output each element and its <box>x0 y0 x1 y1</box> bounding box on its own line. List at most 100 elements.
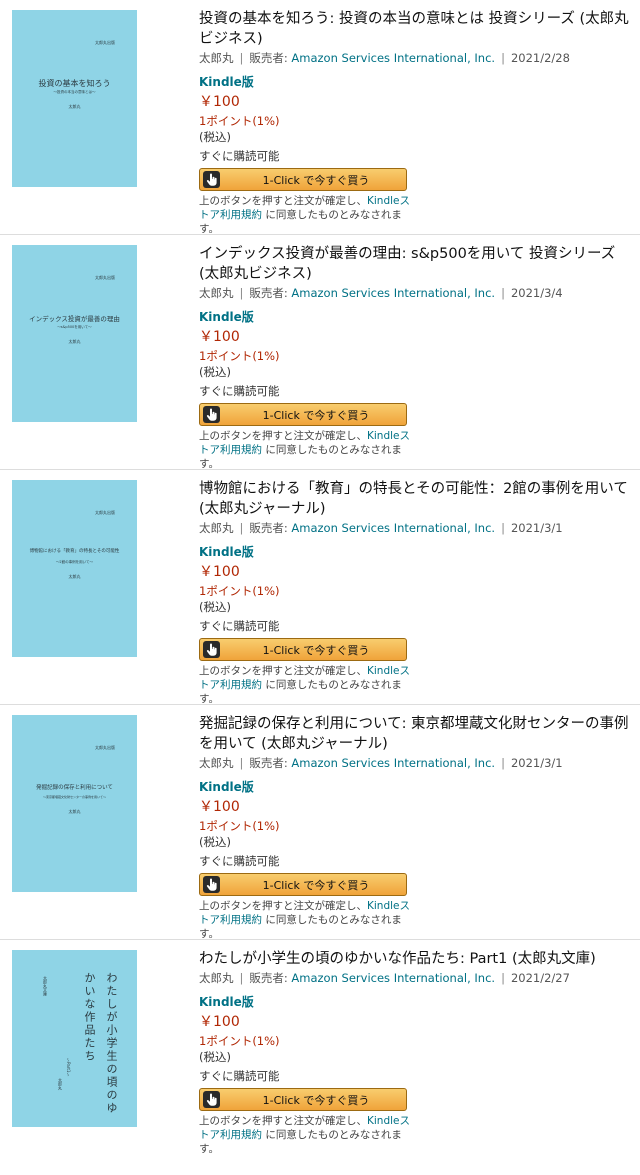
terms-text: 上のボタンを押すと注文が確定し、 <box>199 1115 367 1127</box>
cover-subtitle: 〜東京都埋蔵文化財センターの事例を用いて〜 <box>43 795 106 799</box>
tax-note: (税込) <box>199 130 231 144</box>
format-link[interactable]: Kindle版 <box>199 779 634 795</box>
format-link[interactable]: Kindle版 <box>199 544 634 560</box>
one-click-buy-label: 1-Click で今すぐ買う <box>262 879 370 892</box>
one-click-buy-label: 1-Click で今すぐ買う <box>262 1094 370 1107</box>
tax-note: (税込) <box>199 365 231 379</box>
author-name: 太郎丸 <box>199 51 234 65</box>
book-title-link[interactable]: インデックス投資が最善の理由: s&p500を用いて 投資シリーズ (太郎丸ビジ… <box>199 244 634 284</box>
result-item: 太郎丸出版 インデックス投資が最善の理由 〜s&p500を用いて〜 太郎丸 イン… <box>0 235 640 470</box>
hand-pointer-icon <box>203 1091 220 1108</box>
release-date: 2021/3/1 <box>510 756 563 770</box>
format-link[interactable]: Kindle版 <box>199 74 634 90</box>
terms-text: 上のボタンを押すと注文が確定し、 <box>199 900 367 912</box>
price: ￥100 <box>199 564 240 580</box>
meta-separator: | <box>501 756 505 770</box>
one-click-buy-label: 1-Click で今すぐ買う <box>262 409 370 422</box>
book-cover-image[interactable]: 太郎丸出版 投資の基本を知ろう 〜投資の本当の意味とは〜 太郎丸 <box>12 10 137 187</box>
meta-separator: | <box>239 756 244 770</box>
meta-separator: | <box>501 971 505 985</box>
result-item: 太郎丸出版 博物館における「教育」の特長とその可能性 〜2館の事例を用いて〜 太… <box>0 470 640 705</box>
one-click-buy-button[interactable]: 1-Click で今すぐ買う <box>199 873 407 896</box>
hand-pointer-icon <box>203 406 220 423</box>
book-meta: 太郎丸 | 販売者: Amazon Services International, … <box>199 970 634 987</box>
purchase-terms-note: 上のボタンを押すと注文が確定し、Kindleストア利用規約 に同意したものとみな… <box>199 429 413 471</box>
meta-separator: | <box>239 51 244 65</box>
book-title-link[interactable]: わたしが小学生の頃のゆかいな作品たち: Part1 (太郎丸文庫) <box>199 949 634 969</box>
cover-subtitle: 〜s&p500を用いて〜 <box>57 325 92 329</box>
cover-publisher: 太郎丸文庫 <box>43 976 48 996</box>
points: 1ポイント(1%) <box>199 1034 280 1048</box>
one-click-buy-label: 1-Click で今すぐ買う <box>262 174 370 187</box>
cover-title-line-1: わたしが小学生の頃のゆ <box>105 972 118 1115</box>
cover-publisher: 太郎丸出版 <box>95 745 115 750</box>
points: 1ポイント(1%) <box>199 114 280 128</box>
cover-subtitle: 〜Part1〜 <box>66 1058 71 1077</box>
price: ￥100 <box>199 799 240 815</box>
cover-author: 太郎丸 <box>68 809 81 814</box>
one-click-buy-button[interactable]: 1-Click で今すぐ買う <box>199 403 407 426</box>
hand-pointer-icon <box>203 641 220 658</box>
book-cover-image[interactable]: 太郎丸出版 発掘記録の保存と利用について 〜東京都埋蔵文化財センターの事例を用い… <box>12 715 137 892</box>
tax-note: (税込) <box>199 1050 231 1064</box>
result-info: 投資の基本を知ろう: 投資の本当の意味とは 投資シリーズ (太郎丸ビジネス) 太… <box>199 9 634 236</box>
release-date: 2021/2/27 <box>510 971 570 985</box>
result-info: 博物館における「教育」の特長とその可能性：2館の事例を用いて (太郎丸ジャーナル… <box>199 479 634 706</box>
author-name: 太郎丸 <box>199 971 234 985</box>
availability: すぐに購読可能 <box>199 854 280 868</box>
meta-separator: | <box>501 521 505 535</box>
one-click-buy-button[interactable]: 1-Click で今すぐ買う <box>199 168 407 191</box>
terms-text: 上のボタンを押すと注文が確定し、 <box>199 430 367 442</box>
cover-author: 太郎丸 <box>58 1078 63 1090</box>
seller-name: Amazon Services International, Inc. <box>291 756 496 770</box>
cover-title: 博物館における「教育」の特長とその可能性 <box>29 549 120 554</box>
cover-subtitle: 〜2館の事例を用いて〜 <box>55 560 94 564</box>
cover-author: 太郎丸 <box>68 104 81 109</box>
one-click-buy-button[interactable]: 1-Click で今すぐ買う <box>199 638 407 661</box>
purchase-terms-note: 上のボタンを押すと注文が確定し、Kindleストア利用規約 に同意したものとみな… <box>199 194 413 236</box>
cover-title: 投資の基本を知ろう <box>38 79 111 88</box>
book-meta: 太郎丸 | 販売者: Amazon Services International, … <box>199 520 634 537</box>
search-results-list: 太郎丸出版 投資の基本を知ろう 〜投資の本当の意味とは〜 太郎丸 投資の基本を知… <box>0 0 640 1175</box>
price: ￥100 <box>199 94 240 110</box>
price: ￥100 <box>199 1014 240 1030</box>
tax-note: (税込) <box>199 600 231 614</box>
purchase-terms-note: 上のボタンを押すと注文が確定し、Kindleストア利用規約 に同意したものとみな… <box>199 899 413 941</box>
points: 1ポイント(1%) <box>199 584 280 598</box>
meta-separator: | <box>239 286 244 300</box>
author-name: 太郎丸 <box>199 286 234 300</box>
release-date: 2021/3/1 <box>510 521 563 535</box>
meta-separator: | <box>501 51 505 65</box>
meta-separator: | <box>239 971 244 985</box>
book-meta: 太郎丸 | 販売者: Amazon Services International, … <box>199 50 634 67</box>
points: 1ポイント(1%) <box>199 349 280 363</box>
hand-pointer-icon <box>203 171 220 188</box>
book-cover-image[interactable]: 太郎丸出版 博物館における「教育」の特長とその可能性 〜2館の事例を用いて〜 太… <box>12 480 137 657</box>
tax-note: (税込) <box>199 835 231 849</box>
format-link[interactable]: Kindle版 <box>199 309 634 325</box>
terms-text: 上のボタンを押すと注文が確定し、 <box>199 195 367 207</box>
result-item: 太郎丸文庫 わたしが小学生の頃のゆ かいな作品たち 〜Part1〜 太郎丸 わた… <box>0 940 640 1175</box>
book-title-link[interactable]: 発掘記録の保存と利用について: 東京都埋蔵文化財センターの事例を用いて (太郎丸… <box>199 714 634 754</box>
meta-separator: | <box>239 521 244 535</box>
release-date: 2021/3/4 <box>510 286 563 300</box>
book-title-link[interactable]: 博物館における「教育」の特長とその可能性：2館の事例を用いて (太郎丸ジャーナル… <box>199 479 634 519</box>
book-cover-image[interactable]: 太郎丸文庫 わたしが小学生の頃のゆ かいな作品たち 〜Part1〜 太郎丸 <box>12 950 137 1127</box>
book-cover-image[interactable]: 太郎丸出版 インデックス投資が最善の理由 〜s&p500を用いて〜 太郎丸 <box>12 245 137 422</box>
cover-subtitle: 〜投資の本当の意味とは〜 <box>53 90 96 94</box>
availability: すぐに購読可能 <box>199 384 280 398</box>
seller-name: Amazon Services International, Inc. <box>291 971 496 985</box>
result-info: 発掘記録の保存と利用について: 東京都埋蔵文化財センターの事例を用いて (太郎丸… <box>199 714 634 941</box>
result-item: 太郎丸出版 発掘記録の保存と利用について 〜東京都埋蔵文化財センターの事例を用い… <box>0 705 640 940</box>
result-info: インデックス投資が最善の理由: s&p500を用いて 投資シリーズ (太郎丸ビジ… <box>199 244 634 471</box>
availability: すぐに購読可能 <box>199 619 280 633</box>
cover-author: 太郎丸 <box>68 339 81 344</box>
seller-label: 販売者: <box>249 756 288 770</box>
format-link[interactable]: Kindle版 <box>199 994 634 1010</box>
book-meta: 太郎丸 | 販売者: Amazon Services International, … <box>199 755 634 772</box>
book-title-link[interactable]: 投資の基本を知ろう: 投資の本当の意味とは 投資シリーズ (太郎丸ビジネス) <box>199 9 634 49</box>
meta-separator: | <box>501 286 505 300</box>
price: ￥100 <box>199 329 240 345</box>
terms-text: 上のボタンを押すと注文が確定し、 <box>199 665 367 677</box>
one-click-buy-button[interactable]: 1-Click で今すぐ買う <box>199 1088 407 1111</box>
